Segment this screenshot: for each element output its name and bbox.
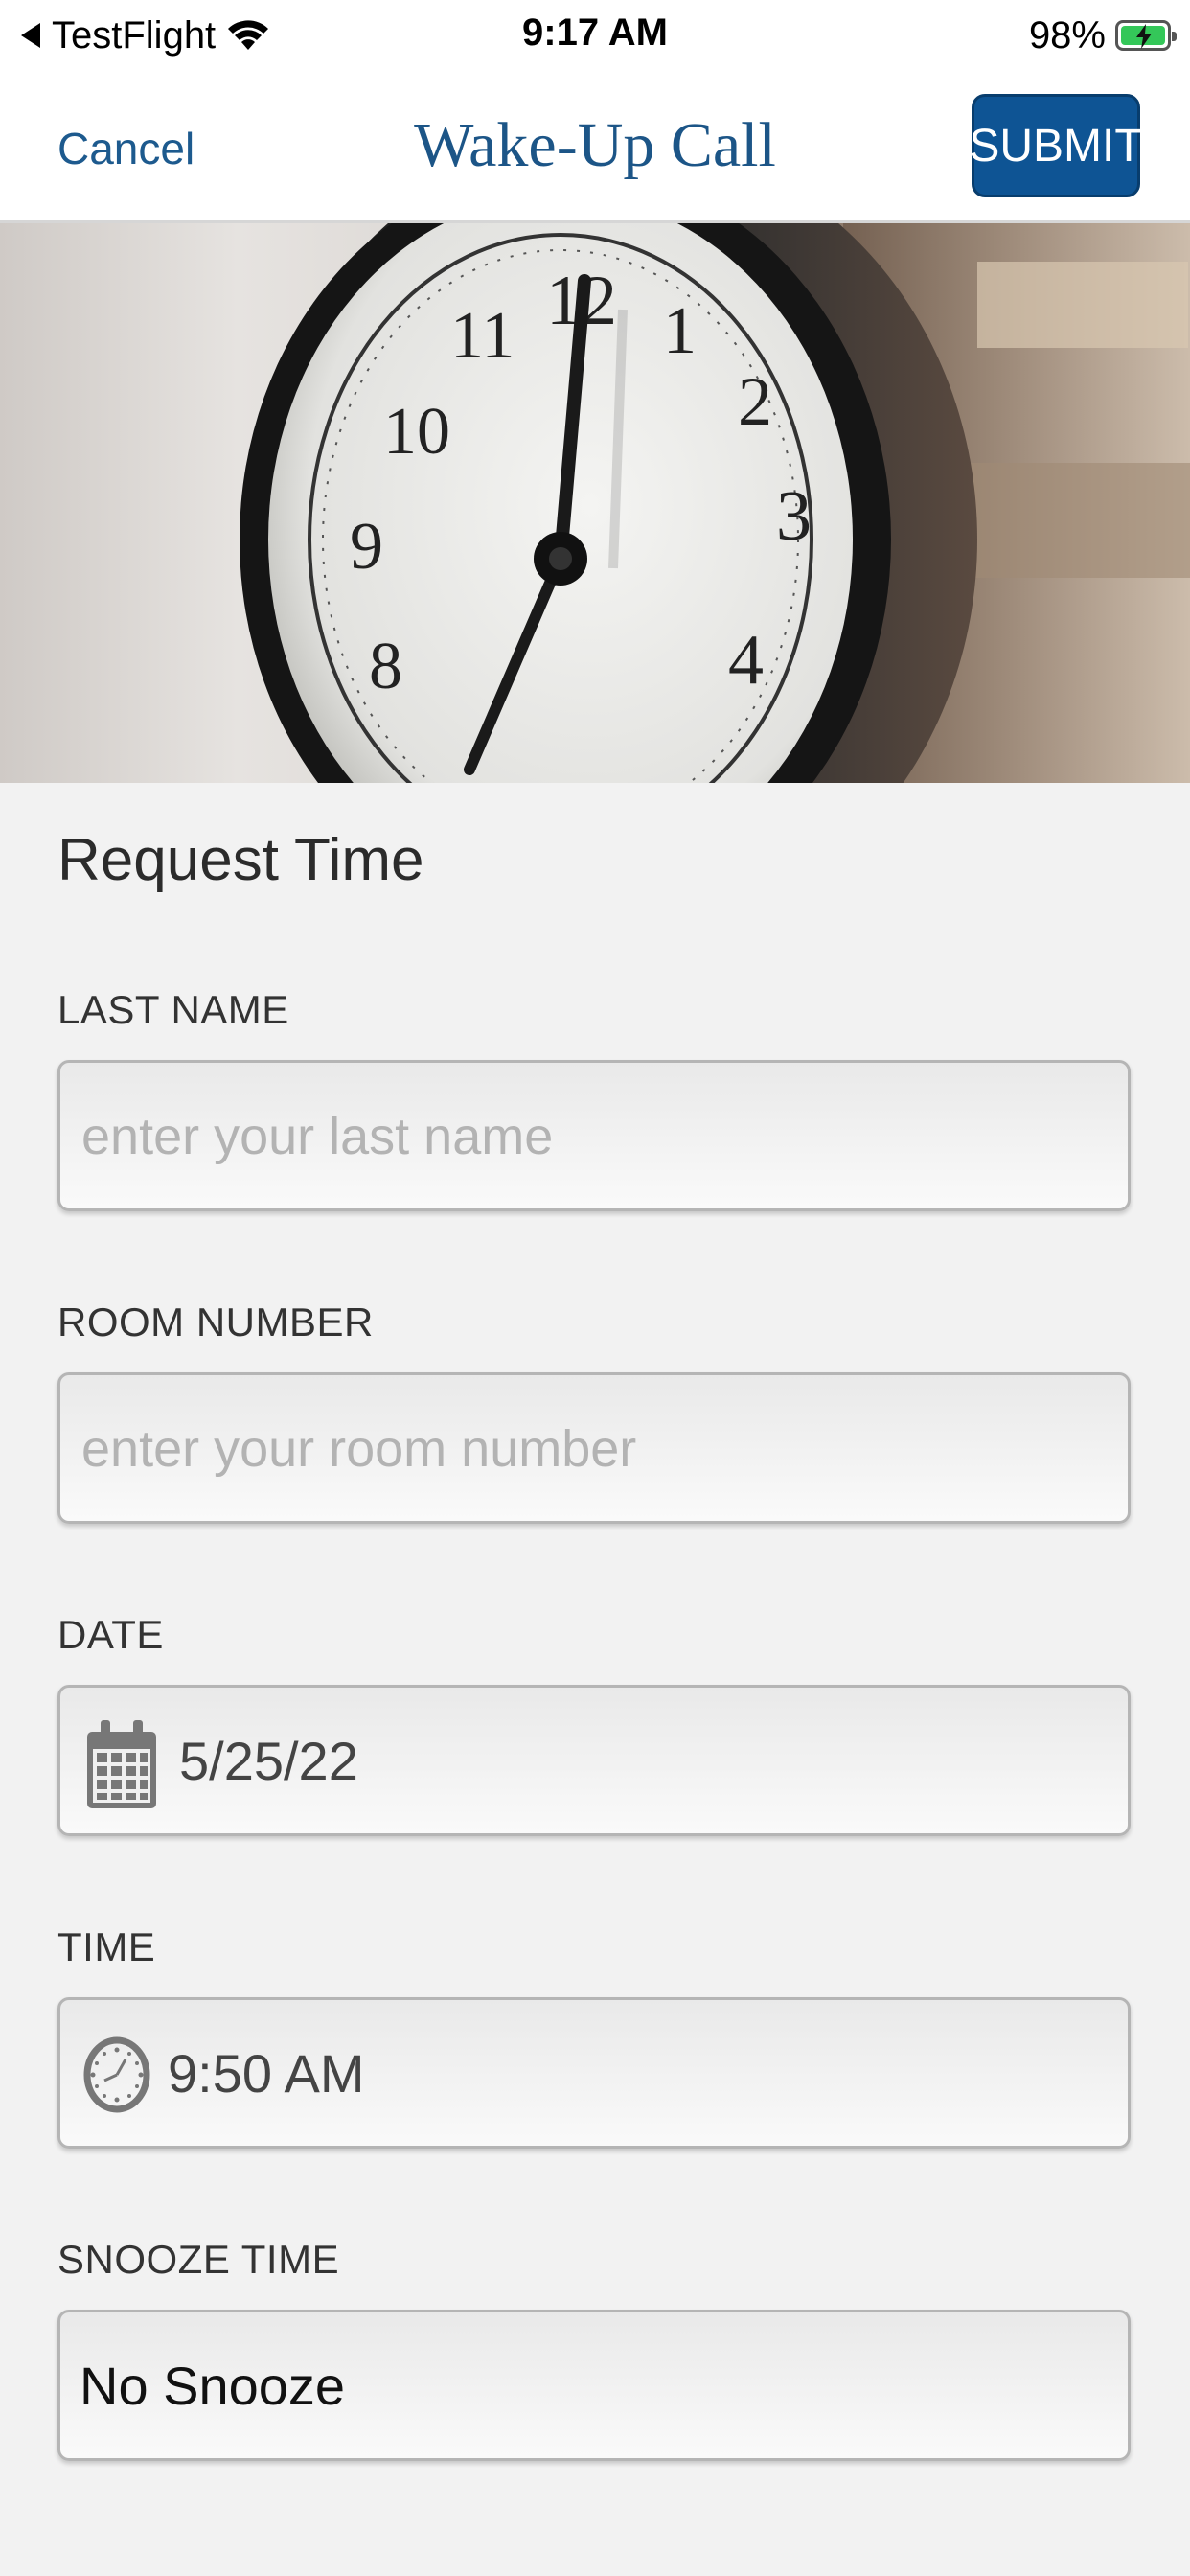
svg-text:3: 3 (776, 477, 812, 556)
clock-icon (83, 2036, 150, 2113)
room-number-input[interactable] (80, 1375, 1109, 1523)
last-name-input[interactable] (80, 1063, 1109, 1210)
date-field[interactable]: 5/25/22 (57, 1685, 1131, 1836)
battery-percent: 98% (1028, 13, 1106, 57)
form-title: Request Time (57, 827, 424, 893)
hero-image: 12 1 2 3 4 11 10 9 8 (0, 223, 1190, 783)
status-time: 9:17 AM (522, 12, 668, 54)
time-field[interactable]: 9:50 AM (57, 1997, 1131, 2149)
snooze-time-select[interactable]: No Snooze (57, 2310, 1131, 2461)
svg-text:10: 10 (383, 395, 450, 469)
svg-text:1: 1 (663, 294, 697, 368)
svg-text:8: 8 (369, 630, 402, 703)
date-value: 5/25/22 (179, 1730, 358, 1791)
room-number-field (57, 1372, 1131, 1524)
svg-text:9: 9 (350, 510, 383, 584)
last-name-label: LAST NAME (57, 987, 289, 1032)
room-number-label: ROOM NUMBER (57, 1300, 374, 1345)
last-name-field (57, 1060, 1131, 1211)
alarm-clock-image: 12 1 2 3 4 11 10 9 8 (240, 223, 1190, 783)
status-bar: TestFlight 9:17 AM 98% (0, 0, 1190, 77)
svg-text:4: 4 (728, 621, 764, 700)
battery-status: 98% (1028, 12, 1177, 59)
snooze-time-label: SNOOZE TIME (57, 2237, 340, 2282)
time-value: 9:50 AM (168, 2042, 365, 2104)
time-label: TIME (57, 1924, 156, 1969)
snooze-time-value: No Snooze (80, 2355, 346, 2416)
navigation-bar: Cancel Wake-Up Call SUBMIT (0, 77, 1190, 223)
date-label: DATE (57, 1612, 164, 1657)
battery-icon (1115, 20, 1177, 51)
svg-text:2: 2 (738, 363, 772, 440)
submit-button[interactable]: SUBMIT (969, 94, 1143, 197)
svg-text:11: 11 (450, 299, 515, 373)
calendar-icon (87, 1720, 156, 1808)
